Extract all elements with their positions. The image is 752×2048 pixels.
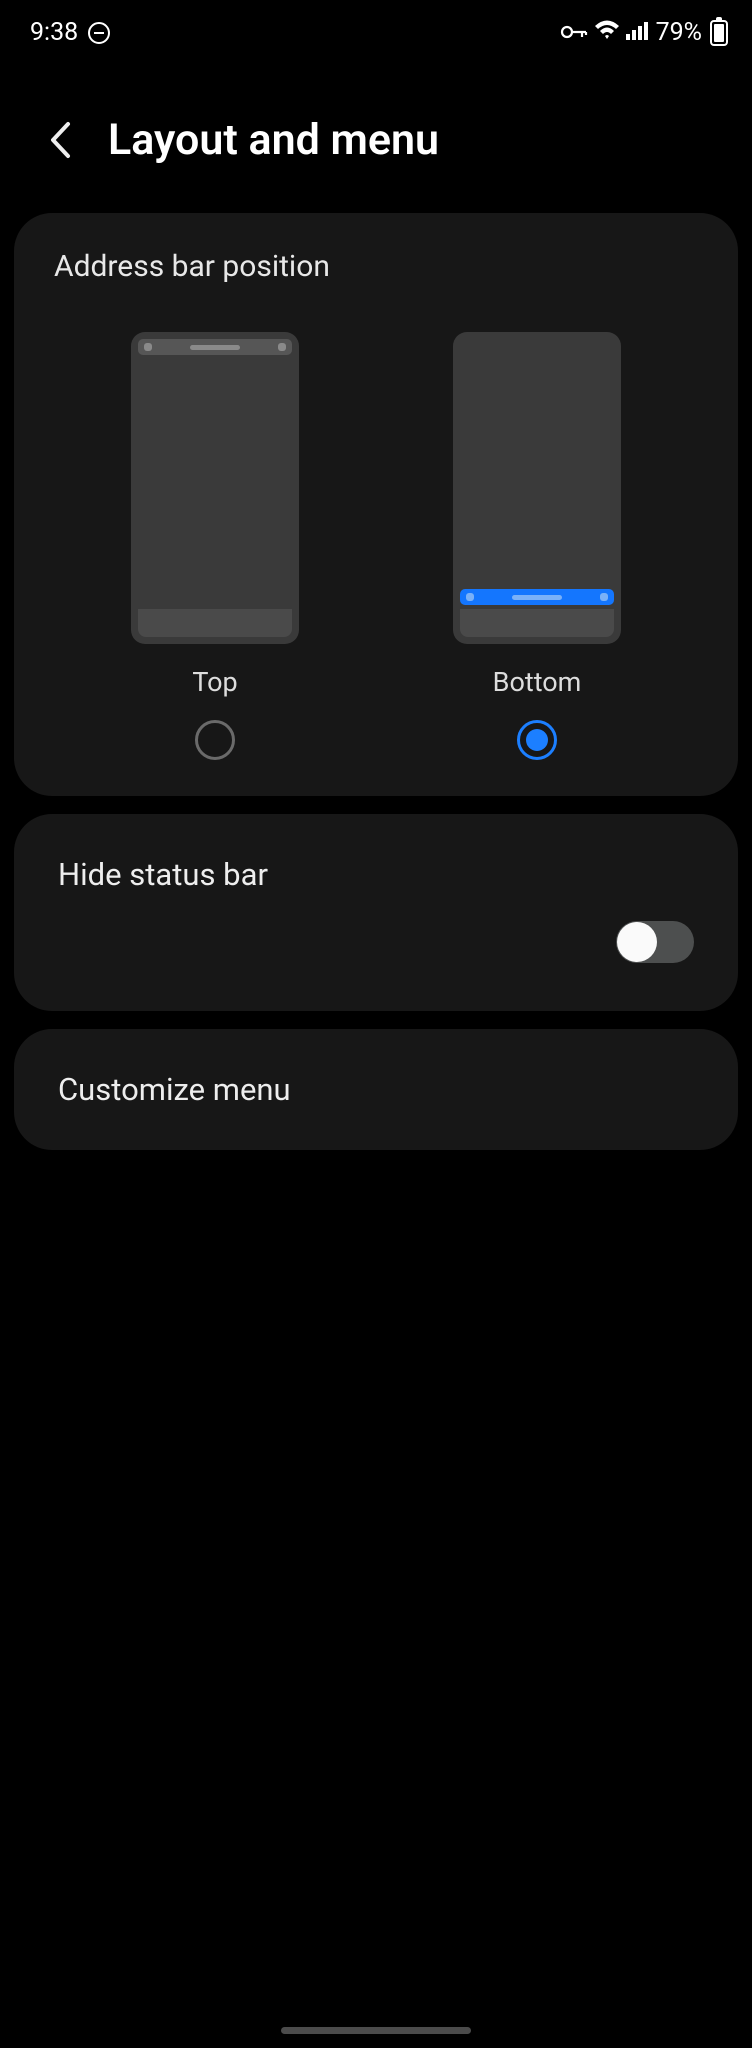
page-header: Layout and menu — [0, 55, 752, 195]
status-bar: 9:38 79% — [0, 0, 752, 55]
address-bar-position-card: Address bar position Top — [14, 213, 738, 796]
radio-top[interactable] — [195, 720, 235, 760]
battery-pct: 79% — [656, 18, 702, 47]
vpn-key-icon — [560, 18, 588, 47]
signal-icon — [626, 18, 650, 47]
address-bar-option-bottom[interactable]: Bottom — [453, 332, 621, 760]
battery-icon — [710, 20, 728, 46]
phone-mock-bottom — [453, 332, 621, 644]
home-indicator[interactable] — [281, 2027, 471, 2034]
page-title: Layout and menu — [108, 115, 439, 165]
status-time: 9:38 — [30, 18, 78, 47]
hide-status-bar-card: Hide status bar — [14, 814, 738, 1011]
back-button[interactable] — [40, 120, 80, 160]
option-label-bottom: Bottom — [493, 666, 582, 698]
option-label-top: Top — [192, 666, 237, 698]
hide-status-bar-label: Hide status bar — [58, 856, 694, 893]
dnd-icon — [88, 22, 110, 44]
customize-menu-label: Customize menu — [14, 1029, 738, 1150]
section-title-address-bar: Address bar position — [54, 249, 698, 284]
radio-bottom[interactable] — [517, 720, 557, 760]
wifi-icon — [594, 18, 620, 47]
chevron-left-icon — [47, 120, 73, 160]
phone-mock-top — [131, 332, 299, 644]
customize-menu-card[interactable]: Customize menu — [14, 1029, 738, 1150]
toggle-knob — [617, 922, 657, 962]
hide-status-bar-toggle[interactable] — [616, 921, 694, 963]
address-bar-option-top[interactable]: Top — [131, 332, 299, 760]
